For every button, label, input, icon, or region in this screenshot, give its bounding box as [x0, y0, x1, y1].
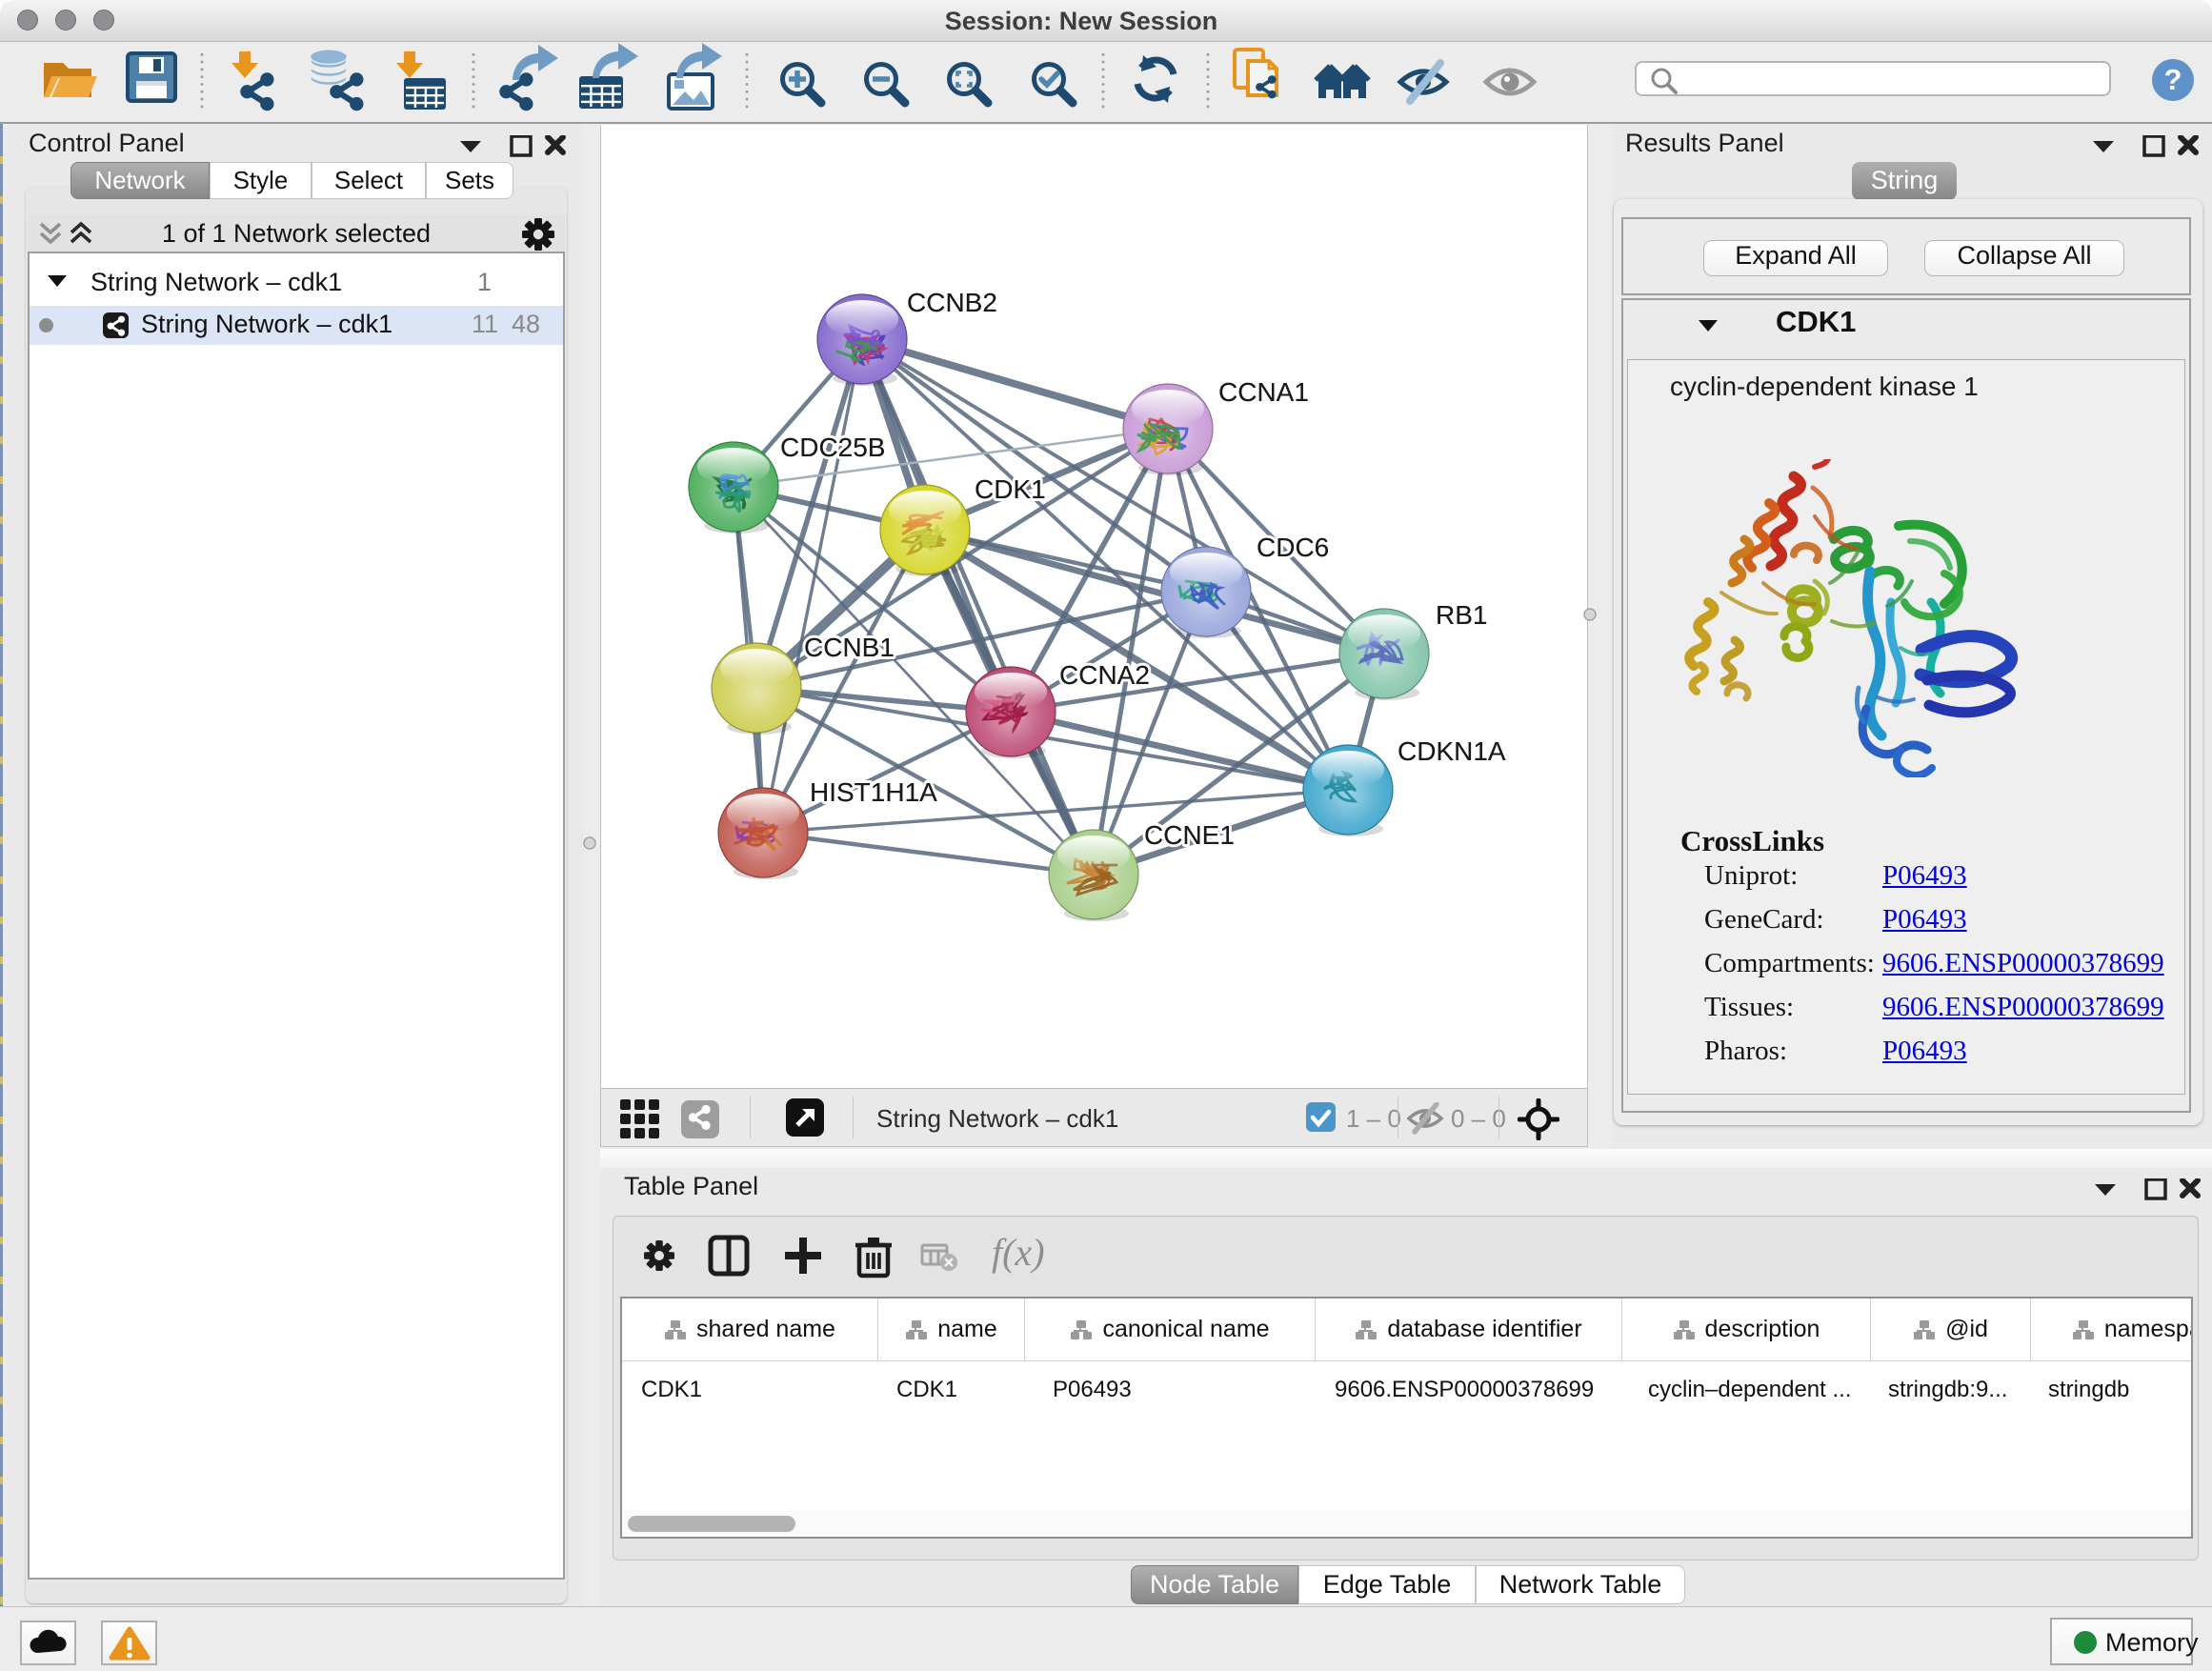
- svg-text:CCNE1: CCNE1: [1144, 820, 1235, 850]
- svg-text:CDKN1A: CDKN1A: [1398, 736, 1506, 766]
- svg-text:CCNB2: CCNB2: [907, 288, 997, 317]
- svg-text:CCNA1: CCNA1: [1218, 377, 1309, 407]
- svg-text:CCNB1: CCNB1: [804, 633, 895, 662]
- svg-text:RB1: RB1: [1436, 600, 1487, 630]
- svg-text:CDK1: CDK1: [975, 474, 1046, 504]
- svg-text:CCNA2: CCNA2: [1059, 660, 1150, 690]
- svg-text:CDC6: CDC6: [1257, 533, 1329, 562]
- svg-text:HIST1H1A: HIST1H1A: [810, 777, 937, 807]
- svg-text:CDC25B: CDC25B: [780, 433, 885, 462]
